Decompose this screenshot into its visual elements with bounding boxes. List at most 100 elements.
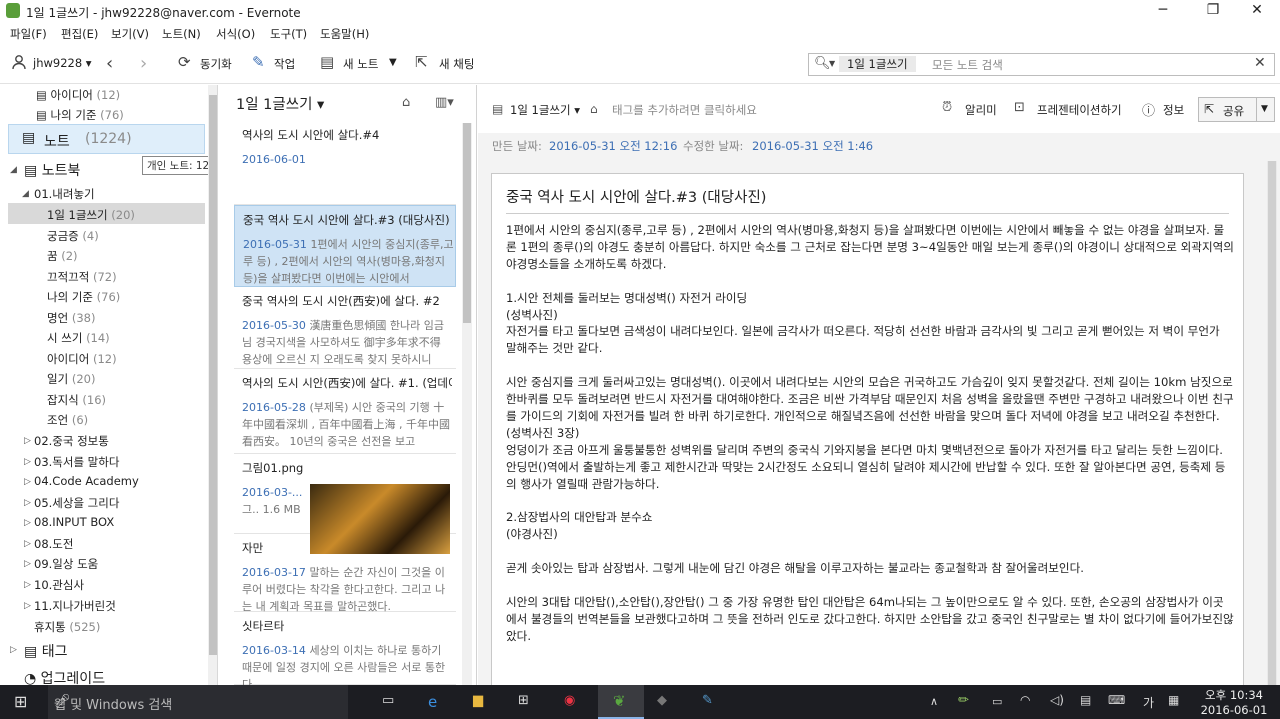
stack-01[interactable]: 01.내려놓기 (34, 186, 95, 202)
search-field[interactable]: 🔍︎ ▼ 1일 1글쓰기 모든 노트 검색 ✕ (808, 53, 1275, 76)
search-scope-chip[interactable]: 1일 1글쓰기 (839, 56, 916, 72)
menu-format[interactable]: 서식(O) (216, 26, 255, 42)
maximize-icon[interactable]: ❐ (1190, 0, 1236, 22)
user-account-button[interactable]: jhw9228 ▾ (33, 56, 92, 70)
note-paragraph[interactable]: 1편에서 시안의 중심지(종루,고루 등) , 2편에서 시안의 역사(병마용,… (506, 222, 1234, 273)
stack-expand-icon[interactable]: ▷ (24, 580, 31, 590)
note-content-box[interactable]: 중국 역사 도시 시안에 살다.#3 (대당사진) 1편에서 시안의 중심지(종… (491, 173, 1244, 685)
note-card[interactable]: 중국 역사 도시 시안에 살다.#3 (대당사진) 2016-05-31 1편에서… (234, 205, 456, 287)
stack-expand-icon[interactable]: ▷ (24, 457, 31, 467)
notebooks-expand-icon[interactable]: ◢ (10, 165, 17, 175)
sidebar-notebook-item[interactable]: 궁금증 (4) (47, 228, 99, 244)
list-scroll-thumb[interactable] (463, 123, 471, 323)
note-paragraph[interactable]: 시안 중심지를 크게 둘러싸고있는 명대성벽(). 이곳에서 내려다보는 시안의… (506, 374, 1234, 425)
edge-icon[interactable]: e (428, 693, 437, 711)
sidebar-tags[interactable]: ▤ 태그 (24, 641, 67, 661)
sidebar-notebook-item[interactable]: 끄적끄적 (72) (47, 269, 117, 285)
new-note-button[interactable]: 새 노트 (343, 56, 378, 72)
tag-input[interactable]: 태그를 추가하려면 클릭하세요 (612, 102, 757, 118)
menu-edit[interactable]: 편집(E) (61, 26, 98, 42)
note-paragraph[interactable]: (야경사진) (506, 526, 1234, 543)
editor-scroll-thumb[interactable] (1268, 161, 1276, 685)
note-body[interactable]: 1편에서 시안의 중심지(종루,고루 등) , 2편에서 시안의 역사(병마용,… (506, 222, 1234, 645)
paint-icon[interactable]: ✎ (702, 693, 713, 708)
list-scrollbar[interactable] (462, 123, 472, 685)
minimize-icon[interactable]: ─ (1140, 0, 1186, 22)
sidebar-scroll-thumb[interactable] (209, 95, 217, 655)
action-center-icon[interactable]: ▤ (1080, 693, 1091, 707)
close-icon[interactable]: ✕ (1234, 0, 1280, 22)
show-hidden-icons[interactable]: ∧ (930, 695, 938, 708)
sidebar-scrollbar[interactable] (208, 85, 217, 685)
stack-expand-icon[interactable]: ▷ (24, 518, 31, 528)
note-paragraph[interactable]: 1.시안 전체를 둘러보는 명대성벽() 자전거 라이딩 (506, 290, 1234, 307)
stack-expand-icon[interactable]: ▷ (24, 601, 31, 611)
search-dropdown-icon[interactable]: ▼ (829, 59, 835, 68)
menu-help[interactable]: 도움말(H) (320, 26, 369, 42)
updated-date[interactable]: 2016-05-31 오전 1:46 (752, 138, 873, 154)
info-button[interactable]: 정보 (1163, 102, 1184, 118)
app-icon-pin[interactable]: ◆ (657, 693, 667, 708)
volume-icon[interactable]: ◁) (1050, 693, 1064, 707)
ime-indicator[interactable]: 가 (1143, 694, 1154, 711)
sidebar-notebook-item[interactable]: 아이디어 (12) (47, 351, 117, 367)
new-chat-button[interactable]: 새 채팅 (439, 56, 474, 72)
sync-button[interactable]: 동기화 (200, 56, 232, 72)
chrome-icon[interactable]: ◉ (564, 693, 575, 708)
note-paragraph[interactable] (506, 543, 1234, 560)
share-dropdown-icon[interactable]: ▼ (1261, 104, 1268, 114)
stack-expand-icon[interactable]: ▷ (24, 477, 31, 487)
menu-file[interactable]: 파일(F) (10, 26, 47, 42)
new-note-dropdown-icon[interactable]: ▼ (389, 57, 397, 68)
stack-expand-icon[interactable]: ▷ (24, 436, 31, 446)
sidebar-stack[interactable]: 09.일상 도움 (34, 556, 98, 572)
sidebar-notebook-item[interactable]: 나의 기준 (76) (47, 289, 120, 305)
sidebar-notebook-item[interactable]: 꿈 (2) (47, 248, 78, 264)
note-card[interactable]: 그림01.png 2016-03-... 그.. 1.6 MB (234, 454, 456, 554)
sidebar-stack[interactable]: 02.중국 정보통 (34, 433, 109, 449)
stack-expand-icon[interactable]: ▷ (24, 498, 31, 508)
editor-scrollbar[interactable] (1267, 161, 1277, 685)
sidebar-notebook-item[interactable]: 일기 (20) (47, 371, 95, 387)
stack-expand-icon[interactable]: ◢ (22, 189, 29, 199)
file-explorer-icon[interactable]: ▆ (473, 693, 483, 708)
sidebar-notebook-item[interactable]: 명언 (38) (47, 310, 95, 326)
sidebar-notebook-item[interactable]: 잡지식 (16) (47, 392, 106, 408)
store-icon[interactable]: ⊞ (518, 693, 529, 708)
sidebar-notebook-item[interactable]: 1일 1글쓰기 (20) (47, 207, 135, 223)
sidebar-notebooks[interactable]: ▤ 노트북 (24, 160, 80, 180)
sidebar-stack[interactable]: 05.세상을 그리다 (34, 495, 119, 511)
note-paragraph[interactable] (506, 273, 1234, 290)
presentation-button[interactable]: 프레젠테이션하기 (1037, 102, 1122, 118)
sidebar-item-idea[interactable]: ▤ 아이디어 (12) (36, 87, 120, 103)
sidebar-stack[interactable]: 04.Code Academy (34, 474, 139, 488)
list-share-icon[interactable]: ⌂ (402, 95, 410, 110)
sidebar-stack[interactable]: 03.독서를 말하다 (34, 454, 119, 470)
note-card[interactable]: 중국 역사의 도시 시안(西安)에 살다. #2 2016-05-30 漢唐重色思… (234, 287, 456, 369)
tray-pen-icon[interactable]: ✏ (958, 693, 969, 708)
note-paragraph[interactable]: 엉덩이가 조금 아프게 울퉁불퉁한 성벽위를 달리며 주변의 중국식 기와지붕을… (506, 442, 1234, 493)
note-notebook-selector[interactable]: 1일 1글쓰기 ▾ (510, 102, 580, 118)
note-card[interactable]: 자만 2016-03-17 말하는 순간 자신이 그것을 이루어 버렸다는 착각을… (234, 534, 456, 613)
sidebar-stack[interactable]: 10.관심사 (34, 577, 84, 593)
share-button[interactable]: ⇱ 공유 ▼ (1198, 97, 1275, 122)
note-card[interactable]: 싯타르타 2016-03-14 세상의 이치는 하나로 통하기 때문에 일정 경지… (234, 612, 456, 685)
note-paragraph[interactable]: 자전거를 타고 돌다보면 금색성이 내려다보인다. 일본에 금각사가 떠오른다.… (506, 323, 1234, 357)
note-paragraph[interactable]: 2.삼장법사의 대안탑과 분수쇼 (506, 509, 1234, 526)
note-paragraph[interactable] (506, 492, 1234, 509)
list-title[interactable]: 1일 1글쓰기 ▾ (236, 93, 324, 114)
task-view-icon[interactable]: ▭ (382, 693, 394, 708)
note-card[interactable]: 역사의 도시 시안(西安)에 살다. #1. (업데이트) 2016-05-28 … (234, 369, 456, 454)
windows-start-icon[interactable]: ⊞ (14, 692, 27, 711)
clear-search-icon[interactable]: ✕ (1254, 55, 1266, 71)
note-paragraph[interactable]: 시안의 3대탑 대안탑(),소안탑(),장안탑() 그 중 가장 유명한 탑인 … (506, 594, 1234, 645)
taskbar-search[interactable]: 🎤︎ 웹 및 Windows 검색 (48, 685, 348, 719)
sidebar-notebook-item[interactable]: 시 쓰기 (14) (47, 330, 110, 346)
sidebar-stack[interactable]: 08.도전 (34, 536, 73, 552)
sidebar-item-notes[interactable]: ▤ 노트 (1224) (8, 124, 205, 154)
menu-view[interactable]: 보기(V) (111, 26, 149, 42)
menu-tools[interactable]: 도구(T) (270, 26, 307, 42)
note-paragraph[interactable]: (성벽사진) (506, 307, 1234, 324)
sidebar-item-my-standard[interactable]: ▤ 나의 기준 (76) (36, 107, 124, 123)
evernote-taskbar-button[interactable]: ❦ (598, 685, 644, 719)
